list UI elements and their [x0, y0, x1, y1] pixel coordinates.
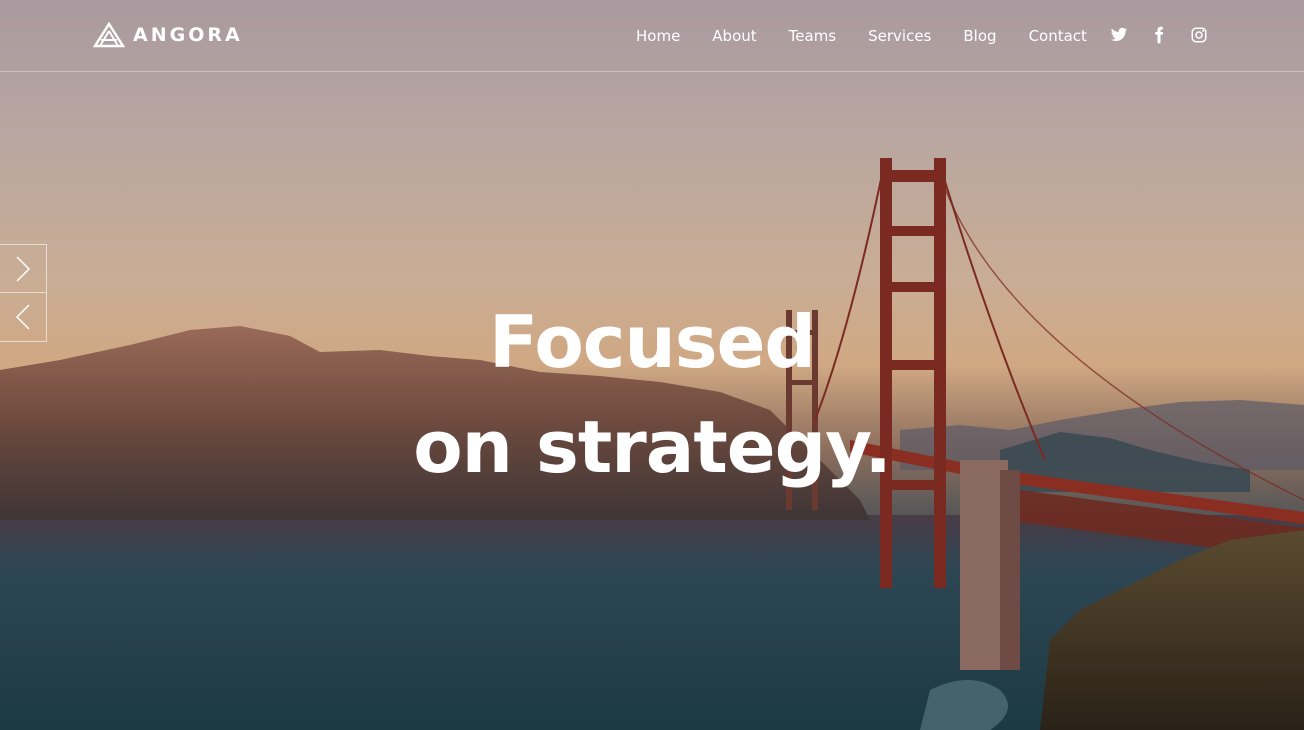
- brand-logo-link[interactable]: ANGORA: [93, 22, 243, 48]
- slider-next-button[interactable]: [0, 244, 47, 293]
- social-links: [1110, 26, 1208, 44]
- hero-headline-line-2: on strategy.: [413, 405, 892, 489]
- nav-teams-link[interactable]: Teams: [789, 27, 836, 45]
- navbar: ANGORA Home About Teams Services Blog Co…: [0, 0, 1304, 72]
- nav-contact-link[interactable]: Contact: [1029, 27, 1087, 45]
- nav-services-link[interactable]: Services: [868, 27, 931, 45]
- stacked-triangle-logo-icon: [93, 22, 125, 48]
- brand-name: ANGORA: [133, 24, 243, 46]
- nav-about-link[interactable]: About: [712, 27, 756, 45]
- nav-blog-link[interactable]: Blog: [963, 27, 996, 45]
- facebook-icon[interactable]: [1150, 26, 1168, 44]
- nav-home-link[interactable]: Home: [636, 27, 680, 45]
- twitter-icon[interactable]: [1110, 26, 1128, 44]
- chevron-right-icon: [16, 255, 31, 282]
- hero-headline: Focused on strategy.: [0, 290, 1304, 500]
- hero-headline-line-1: Focused: [489, 300, 816, 384]
- main-nav: Home About Teams Services Blog Contact: [636, 26, 1087, 45]
- hero-section: ANGORA Home About Teams Services Blog Co…: [0, 0, 1304, 730]
- instagram-icon[interactable]: [1190, 26, 1208, 44]
